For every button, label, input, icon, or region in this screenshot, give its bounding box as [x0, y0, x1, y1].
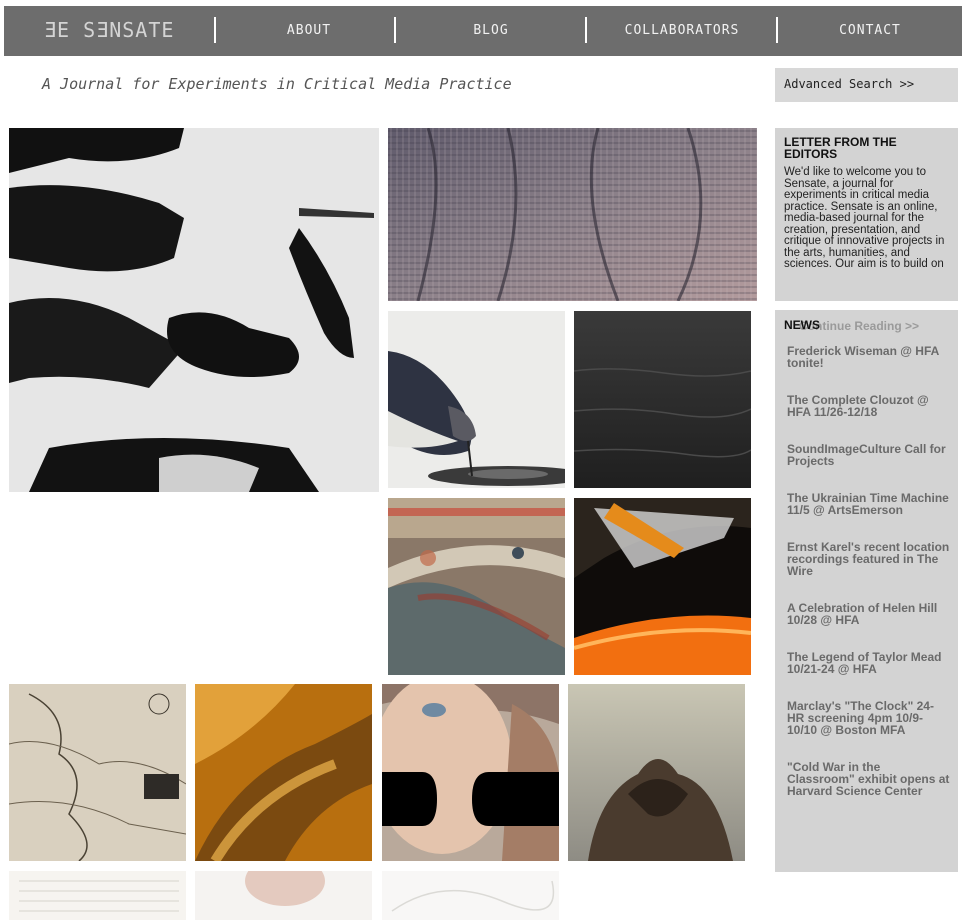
image-old-map[interactable]	[9, 684, 186, 861]
news-item[interactable]: Ernst Karel's recent location recordings…	[784, 541, 950, 577]
advanced-search-link[interactable]: Advanced Search >>	[775, 68, 958, 102]
news-panel: Continue Reading >> NEWS Frederick Wisem…	[775, 310, 958, 872]
letter-from-editors-panel: LETTER FROM THE EDITORS We'd like to wel…	[775, 128, 958, 301]
top-nav: ƎE SƎNSATE ABOUT BLOG COLLABORATORS CONT…	[4, 6, 962, 56]
news-item[interactable]: Frederick Wiseman @ HFA tonite!	[784, 345, 950, 369]
image-abstract-lights[interactable]	[574, 498, 751, 675]
nav-link-collaborators[interactable]: COLLABORATORS	[587, 23, 777, 38]
image-sea-creature[interactable]	[568, 684, 745, 861]
image-golden-texture[interactable]	[195, 684, 372, 861]
news-item[interactable]: "Cold War in the Classroom" exhibit open…	[784, 761, 950, 797]
image-sketch-faded[interactable]	[382, 871, 559, 920]
news-title: NEWS	[784, 318, 820, 332]
site-logo[interactable]: ƎE SƎNSATE	[44, 18, 174, 42]
nav-link-about[interactable]: ABOUT	[224, 23, 394, 38]
feature-image-face[interactable]	[9, 128, 379, 492]
image-circle-faded[interactable]	[195, 871, 372, 920]
image-ledger-faded[interactable]	[9, 871, 186, 920]
image-bird-record[interactable]	[388, 311, 565, 488]
nav-link-blog[interactable]: BLOG	[396, 23, 586, 38]
news-item[interactable]: A Celebration of Helen Hill 10/28 @ HFA	[784, 602, 950, 626]
nav-divider	[214, 17, 216, 43]
image-dark-water[interactable]	[574, 311, 751, 488]
letter-title: LETTER FROM THE EDITORS	[784, 135, 897, 161]
news-item[interactable]: The Legend of Taylor Mead 10/21-24 @ HFA	[784, 651, 950, 675]
site-tagline: A Journal for Experiments in Critical Me…	[42, 75, 512, 93]
letter-body: We'd like to welcome you to Sensate, a j…	[784, 166, 945, 270]
news-item[interactable]: SoundImageCulture Call for Projects	[784, 443, 950, 467]
news-item[interactable]: Marclay's "The Clock" 24-HR screening 4p…	[784, 700, 950, 736]
nav-link-contact[interactable]: CONTACT	[778, 23, 962, 38]
image-portrait-collage[interactable]	[382, 684, 559, 861]
image-illustrated-bridge[interactable]	[388, 498, 565, 675]
image-woven-fabric[interactable]	[388, 128, 757, 301]
news-item[interactable]: The Ukrainian Time Machine 11/5 @ ArtsEm…	[784, 492, 950, 516]
news-item[interactable]: The Complete Clouzot @ HFA 11/26-12/18	[784, 394, 950, 418]
